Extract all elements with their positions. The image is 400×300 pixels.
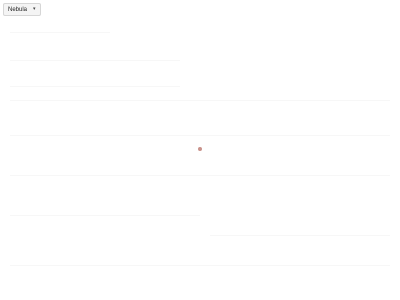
page: Nebula ▾ [0, 0, 400, 300]
theme-select-value: Nebula [8, 6, 28, 13]
divider [10, 32, 110, 33]
divider [10, 175, 390, 176]
divider [210, 235, 390, 236]
marker-dot [198, 147, 202, 151]
divider [10, 265, 390, 266]
canvas-area [0, 20, 400, 300]
divider [10, 135, 390, 136]
divider [10, 100, 390, 101]
divider [10, 86, 180, 87]
theme-select[interactable]: Nebula ▾ [3, 3, 41, 16]
chevron-down-icon: ▾ [33, 6, 36, 12]
divider [10, 60, 180, 61]
divider [10, 215, 200, 216]
